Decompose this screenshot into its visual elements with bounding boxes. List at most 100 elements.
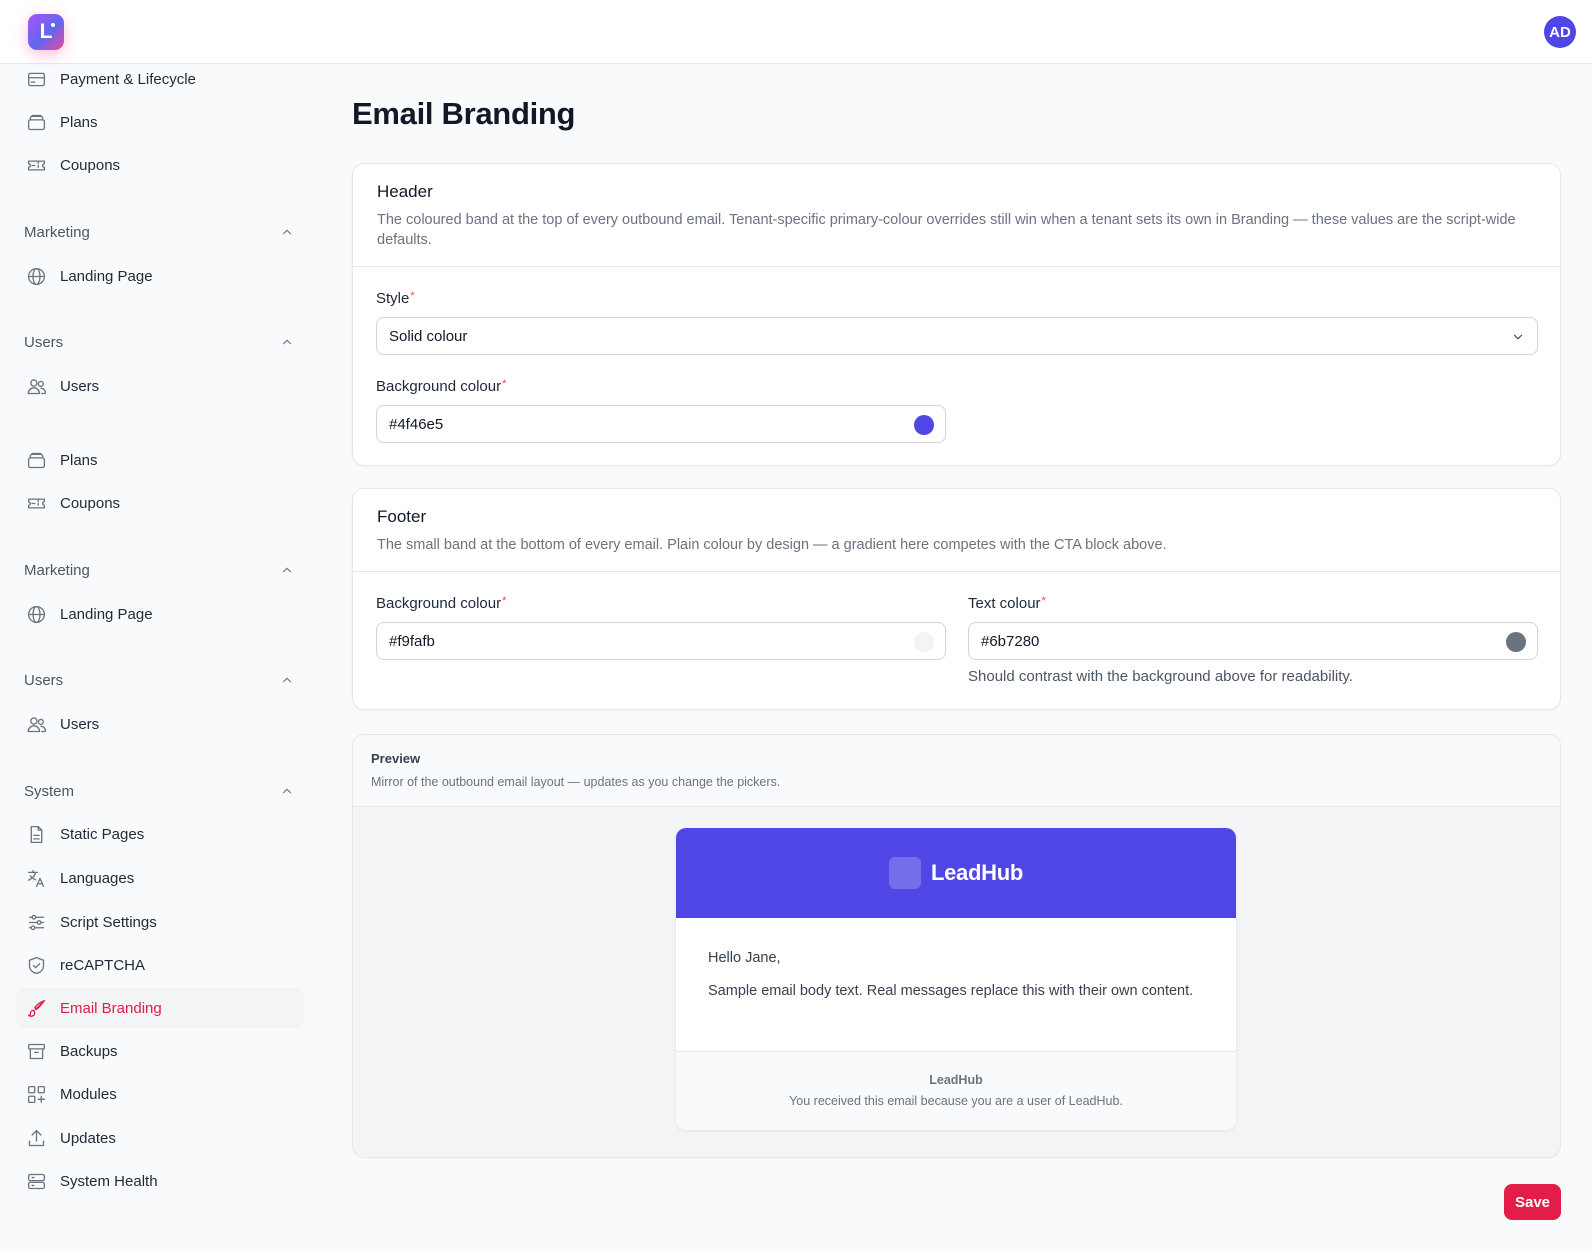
- sidebar-item-label: Plans: [60, 113, 98, 131]
- header-bg-colour-value: #4f46e5: [389, 415, 444, 433]
- sidebar-item-users[interactable]: Users: [16, 704, 304, 744]
- preview-description: Mirror of the outbound email layout — up…: [371, 775, 781, 789]
- credit-card-icon: [25, 68, 47, 90]
- sidebar-item-backups[interactable]: Backups: [16, 1031, 304, 1071]
- brush-icon: [25, 997, 47, 1019]
- sidebar-group-users[interactable]: Users: [24, 668, 294, 692]
- sliders-icon: [25, 911, 47, 933]
- header-bg-colour-field[interactable]: #4f46e5: [376, 405, 946, 443]
- email-footer-note: You received this email because you are …: [789, 1094, 1123, 1108]
- sidebar-group-users[interactable]: Users: [24, 330, 294, 354]
- email-body: Hello Jane, Sample email body text. Real…: [676, 918, 1236, 1052]
- page-title: Email Branding: [352, 96, 576, 131]
- sidebar-item-users[interactable]: Users: [16, 366, 304, 406]
- ticket-icon: [25, 492, 47, 514]
- preview-title: Preview: [371, 751, 421, 766]
- footer-text-colour-swatch[interactable]: [1506, 632, 1526, 652]
- footer-text-colour-label-text: Text colour: [968, 595, 1041, 612]
- sidebar-item-label: Languages: [60, 869, 135, 887]
- sidebar-item-plans[interactable]: Plans: [16, 440, 304, 480]
- chevron-up-icon: [282, 229, 292, 235]
- sidebar-item-label: reCAPTCHA: [60, 956, 146, 974]
- footer-settings-card: Footer The small band at the bottom of e…: [352, 488, 1561, 710]
- chevron-up-icon: [282, 339, 292, 345]
- required-marker: *: [410, 290, 415, 302]
- server-icon: [25, 1170, 47, 1192]
- sidebar-item-label: Script Settings: [60, 913, 157, 931]
- sidebar-item-static-pages[interactable]: Static Pages: [16, 814, 304, 854]
- save-button[interactable]: Save: [1504, 1184, 1561, 1220]
- sidebar-group-label: Marketing: [24, 223, 90, 241]
- sidebar-group-label: System: [24, 782, 75, 800]
- sidebar-group-label: Marketing: [24, 561, 90, 579]
- sidebar-group-marketing[interactable]: Marketing: [24, 558, 294, 582]
- sidebar-item-script-settings[interactable]: Script Settings: [16, 902, 304, 942]
- footer-bg-colour-value: #f9fafb: [389, 632, 435, 650]
- footer-bg-colour-label: Background colour*: [376, 595, 506, 612]
- email-preview-panel: Preview Mirror of the outbound email lay…: [352, 734, 1561, 1158]
- style-select[interactable]: Solid colour: [376, 317, 1538, 355]
- modules-icon: [25, 1083, 47, 1105]
- preview-header: Preview Mirror of the outbound email lay…: [353, 735, 1560, 807]
- footer-bg-colour-label-text: Background colour: [376, 595, 502, 612]
- sidebar-item-coupons[interactable]: Coupons: [16, 145, 304, 185]
- sidebar-item-recaptcha[interactable]: reCAPTCHA: [16, 945, 304, 985]
- sidebar-group-label: Users: [24, 333, 64, 351]
- sidebar-group-marketing[interactable]: Marketing: [24, 220, 294, 244]
- header-bg-colour-swatch[interactable]: [914, 415, 934, 435]
- layers-icon: [25, 449, 47, 471]
- card-title: Header: [377, 182, 433, 201]
- chevron-up-icon: [282, 677, 292, 683]
- footer-text-colour-hint: Should contrast with the background abov…: [968, 668, 1353, 685]
- sidebar-item-system-health[interactable]: System Health: [16, 1161, 304, 1201]
- sidebar-item-landing-page[interactable]: Landing Page: [16, 594, 304, 634]
- sidebar-group-system[interactable]: System: [24, 779, 294, 803]
- header-bg-colour-label: Background colour*: [376, 378, 506, 395]
- sidebar-item-landing-page[interactable]: Landing Page: [16, 256, 304, 296]
- sidebar-item-updates[interactable]: Updates: [16, 1118, 304, 1158]
- footer-bg-colour-swatch[interactable]: [914, 632, 934, 652]
- footer-text-colour-value: #6b7280: [981, 632, 1040, 650]
- sidebar-item-label: Payment & Lifecycle: [60, 70, 196, 88]
- sidebar-item-label: Landing Page: [60, 267, 153, 285]
- email-footer-brand: LeadHub: [929, 1073, 983, 1087]
- sidebar-item-label: Updates: [60, 1129, 116, 1147]
- sidebar: Payment & Lifecycle Plans Coupons Market…: [0, 64, 320, 1251]
- sidebar-item-plans[interactable]: Plans: [16, 102, 304, 142]
- sidebar-item-label: Coupons: [60, 156, 121, 174]
- sidebar-item-payment-lifecycle[interactable]: Payment & Lifecycle: [16, 59, 304, 99]
- sidebar-item-label: Modules: [60, 1085, 117, 1103]
- sidebar-item-label: Static Pages: [60, 825, 145, 843]
- sidebar-item-label: Landing Page: [60, 605, 153, 623]
- footer-text-colour-field[interactable]: #6b7280: [968, 622, 1538, 660]
- shield-check-icon: [25, 954, 47, 976]
- sidebar-item-languages[interactable]: Languages: [16, 858, 304, 898]
- globe-icon: [25, 265, 47, 287]
- style-label: Style*: [376, 290, 415, 307]
- archive-icon: [25, 1040, 47, 1062]
- email-header-band: LeadHub: [676, 828, 1236, 918]
- card-description: The coloured band at the top of every ou…: [377, 212, 1516, 248]
- email-greeting: Hello Jane,: [708, 950, 781, 966]
- chevron-up-icon: [282, 567, 292, 573]
- footer-bg-colour-field[interactable]: #f9fafb: [376, 622, 946, 660]
- app-logo[interactable]: L: [28, 14, 64, 50]
- upload-icon: [25, 1127, 47, 1149]
- users-icon: [25, 713, 47, 735]
- email-brand-name: LeadHub: [930, 860, 1023, 885]
- sidebar-item-label: Users: [60, 377, 100, 395]
- sidebar-item-email-branding[interactable]: Email Branding: [16, 988, 304, 1028]
- user-avatar[interactable]: AD: [1544, 16, 1576, 48]
- sidebar-item-label: Plans: [60, 451, 98, 469]
- top-bar: L AD: [0, 0, 1592, 64]
- footer-text-colour-label: Text colour*: [968, 595, 1046, 612]
- sidebar-item-label: Users: [60, 715, 100, 733]
- sidebar-item-coupons[interactable]: Coupons: [16, 483, 304, 523]
- layers-icon: [25, 111, 47, 133]
- card-header: Header The coloured band at the top of e…: [353, 164, 1560, 267]
- sidebar-item-modules[interactable]: Modules: [16, 1074, 304, 1114]
- file-icon: [25, 823, 47, 845]
- style-label-text: Style: [376, 290, 410, 307]
- sidebar-item-label: Backups: [60, 1042, 118, 1060]
- required-marker: *: [1041, 595, 1046, 607]
